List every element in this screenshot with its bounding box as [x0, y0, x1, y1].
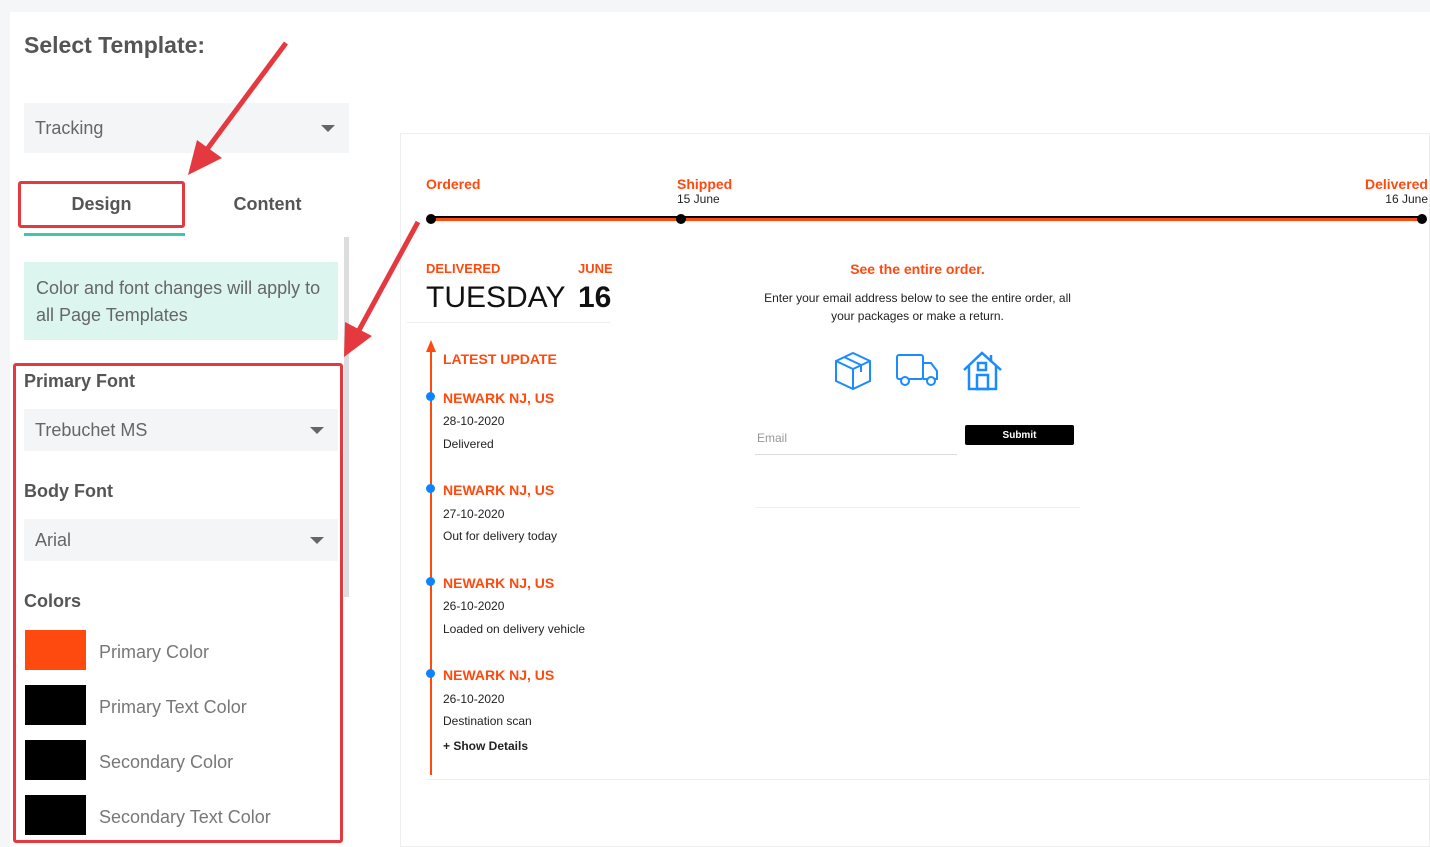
package-icon: [835, 351, 871, 391]
event-dot: [426, 392, 435, 401]
page-title: Select Template:: [24, 32, 206, 58]
colors-label: Colors: [24, 591, 82, 611]
body-font-label: Body Font: [24, 481, 113, 501]
home-icon: [963, 351, 1002, 391]
step-dot: [426, 214, 436, 224]
step-dot: [676, 214, 686, 224]
chevron-down-icon: [310, 427, 324, 434]
email-input[interactable]: Email: [755, 425, 957, 455]
weekday: TUESDAY: [426, 281, 566, 314]
tab-design[interactable]: Design: [18, 181, 185, 228]
event-date: 26-10-2020: [443, 692, 505, 706]
secondary-text-color-swatch[interactable]: [25, 795, 86, 835]
event-date: 28-10-2020: [443, 414, 505, 428]
step-ordered-label: Ordered: [426, 176, 481, 192]
secondary-color-swatch[interactable]: [25, 740, 86, 780]
tab-content[interactable]: Content: [185, 181, 350, 228]
event-dot: [426, 577, 435, 586]
event-location: NEWARK NJ, US: [443, 482, 555, 498]
order-text: Enter your email address below to see th…: [764, 291, 1071, 323]
primary-text-color-label: Primary Text Color: [99, 697, 247, 717]
chevron-down-icon: [310, 537, 324, 544]
arrow-up-icon: [426, 340, 436, 352]
event-location: NEWARK NJ, US: [443, 575, 555, 591]
divider: [755, 507, 1080, 508]
body-font-value: Arial: [35, 529, 72, 550]
truck-icon: [896, 354, 938, 386]
event-location: NEWARK NJ, US: [443, 390, 555, 406]
event-date: 27-10-2020: [443, 507, 505, 521]
event-desc: Delivered: [443, 437, 494, 451]
template-select[interactable]: Tracking: [24, 103, 349, 153]
template-select-value: Tracking: [35, 117, 104, 138]
event-dot: [426, 669, 435, 678]
event-desc: Out for delivery today: [443, 529, 558, 543]
primary-font-value: Trebuchet MS: [35, 419, 148, 440]
history-line: [430, 350, 432, 775]
scrollbar[interactable]: [344, 237, 349, 597]
latest-update-label: LATEST UPDATE: [443, 351, 557, 367]
day: 16: [578, 281, 612, 314]
month-label: JUNE: [578, 261, 613, 276]
step-delivered-date: 16 June: [1385, 192, 1428, 206]
show-details-link[interactable]: + Show Details: [443, 739, 528, 753]
template-preview: [400, 133, 1430, 847]
secondary-text-color-label: Secondary Text Color: [99, 807, 271, 827]
primary-font-label: Primary Font: [24, 371, 136, 391]
order-title: See the entire order.: [850, 261, 985, 277]
info-note: Color and font changes will apply to all…: [24, 262, 338, 340]
event-desc: Loaded on delivery vehicle: [443, 622, 586, 636]
primary-color-swatch[interactable]: [25, 630, 86, 670]
secondary-color-label: Secondary Color: [99, 752, 234, 772]
active-tab-indicator: [24, 233, 185, 236]
primary-text-color-swatch[interactable]: [25, 685, 86, 725]
step-shipped-label: Shipped: [677, 176, 733, 192]
divider: [426, 779, 1430, 780]
divider: [407, 322, 610, 323]
event-date: 26-10-2020: [443, 599, 505, 613]
step-dot: [1417, 214, 1427, 224]
primary-font-select[interactable]: Trebuchet MS: [24, 409, 338, 451]
step-shipped-date: 15 June: [677, 192, 720, 206]
step-delivered-label: Delivered: [1364, 176, 1428, 192]
primary-color-label: Primary Color: [99, 642, 210, 662]
event-dot: [426, 484, 435, 493]
status-label: DELIVERED: [426, 261, 501, 276]
submit-button[interactable]: Submit: [965, 425, 1074, 445]
event-desc: Destination scan: [443, 714, 532, 728]
chevron-down-icon: [321, 125, 335, 132]
progress-fill: [431, 218, 1422, 221]
event-location: NEWARK NJ, US: [443, 667, 555, 683]
body-font-select[interactable]: Arial: [24, 519, 338, 561]
